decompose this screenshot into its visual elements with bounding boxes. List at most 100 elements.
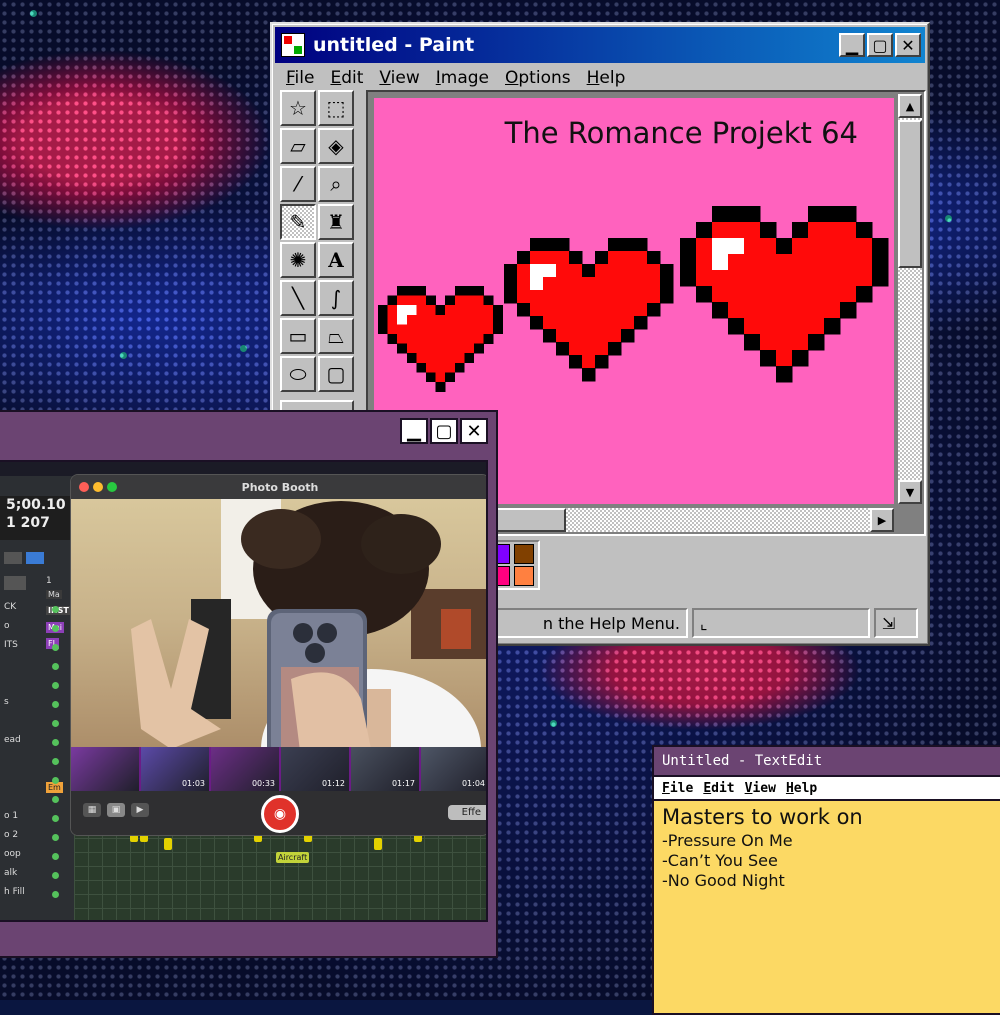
daw-track-led[interactable]: [52, 872, 59, 879]
grid-mode-button[interactable]: ▦: [83, 803, 101, 817]
daw-track-name[interactable]: [0, 716, 40, 732]
menu-view[interactable]: View: [371, 66, 427, 92]
daw-track-name[interactable]: o 2: [0, 830, 40, 846]
daw-track-led[interactable]: [52, 853, 59, 860]
palette-swatch[interactable]: [514, 544, 534, 564]
te-menu-view[interactable]: View: [745, 781, 776, 796]
airbrush-tool[interactable]: ✺: [280, 242, 316, 278]
film-thumbnail[interactable]: 01:03: [141, 747, 209, 791]
zoom-dot[interactable]: [107, 482, 117, 492]
te-menu-file[interactable]: File: [662, 781, 693, 796]
line-tool[interactable]: ╲: [280, 280, 316, 316]
led-accent-dot: [240, 345, 247, 352]
text-tool[interactable]: A: [318, 242, 354, 278]
color-picker-tool[interactable]: ⁄: [280, 166, 316, 202]
fill-tool[interactable]: ◈: [318, 128, 354, 164]
daw-track-led[interactable]: [52, 796, 59, 803]
brush-tool[interactable]: ♜: [318, 204, 354, 240]
te-menu-edit[interactable]: Edit: [703, 781, 734, 796]
daw-track-led[interactable]: [52, 834, 59, 841]
scroll-down-button[interactable]: ▼: [898, 480, 922, 504]
daw-grid-view-button[interactable]: [4, 552, 22, 564]
minimize-button[interactable]: ▁: [839, 33, 865, 57]
shutter-button[interactable]: ◉: [261, 795, 299, 833]
arrow-up-icon: ▲: [905, 99, 915, 113]
paint-titlebar[interactable]: untitled - Paint ▁ ▢ ✕: [275, 27, 925, 63]
close-dot[interactable]: [79, 482, 89, 492]
video-mode-button[interactable]: ▶: [131, 803, 149, 817]
te-menu-help[interactable]: Help: [786, 781, 817, 796]
daw-track-name[interactable]: oop: [0, 849, 40, 865]
daw-track-led[interactable]: [52, 758, 59, 765]
daw-track-name[interactable]: [0, 773, 40, 789]
daw-track-name[interactable]: [0, 754, 40, 770]
scroll-up-button[interactable]: ▲: [898, 94, 922, 118]
daw-track-name[interactable]: ITS: [0, 640, 40, 656]
curve-tool[interactable]: ∫: [318, 280, 354, 316]
daw-track-led[interactable]: [52, 663, 59, 670]
daw-track-name[interactable]: [0, 792, 40, 808]
daw-track-led[interactable]: [52, 606, 59, 613]
menu-file[interactable]: File: [278, 66, 322, 92]
daw-add-track-button[interactable]: [4, 576, 26, 590]
single-photo-button[interactable]: ▣: [107, 803, 125, 817]
select-tool[interactable]: ⬚: [318, 90, 354, 126]
purple-minimize-button[interactable]: ▁: [400, 418, 428, 444]
menu-options[interactable]: Options: [497, 66, 579, 92]
film-thumbnail[interactable]: 00:33: [211, 747, 279, 791]
menu-help[interactable]: Help: [579, 66, 634, 92]
palette-swatch[interactable]: [514, 566, 534, 586]
daw-track-led[interactable]: [52, 720, 59, 727]
pencil-tool[interactable]: ✎: [280, 204, 316, 240]
film-thumbnail[interactable]: 01:17: [351, 747, 419, 791]
daw-track-name[interactable]: [0, 659, 40, 675]
free-select-tool[interactable]: ☆: [280, 90, 316, 126]
daw-track-name[interactable]: o 1: [0, 811, 40, 827]
effects-button[interactable]: Effe: [447, 805, 486, 820]
daw-track-led[interactable]: [52, 682, 59, 689]
daw-track-led[interactable]: [52, 777, 59, 784]
daw-track-name[interactable]: ead: [0, 735, 40, 751]
minimize-icon: ▁: [845, 35, 859, 55]
daw-track-name[interactable]: h Fill: [0, 887, 40, 903]
minimize-dot[interactable]: [93, 482, 103, 492]
daw-track-led[interactable]: [52, 815, 59, 822]
daw-track-name[interactable]: CK: [0, 602, 40, 618]
vertical-scrollbar[interactable]: ▲ ▼: [898, 94, 922, 504]
daw-track-led[interactable]: [52, 701, 59, 708]
close-button[interactable]: ✕: [895, 33, 921, 57]
daw-region[interactable]: Aircraft: [276, 852, 310, 863]
scroll-right-button[interactable]: ▶: [870, 508, 894, 532]
purple-maximize-button[interactable]: ▢: [430, 418, 458, 444]
daw-track-name[interactable]: s: [0, 697, 40, 713]
film-thumbnail[interactable]: 01:04: [421, 747, 486, 791]
rectangle-icon: ▭: [288, 324, 308, 348]
magnifier-tool[interactable]: ⌕: [318, 166, 354, 202]
daw-track-led[interactable]: [52, 644, 59, 651]
daw-track-led[interactable]: [52, 739, 59, 746]
daw-midi-block[interactable]: [374, 838, 382, 850]
polygon-tool[interactable]: ⏢: [318, 318, 354, 354]
rounded-rect-tool[interactable]: ▢: [318, 356, 354, 392]
daw-midi-block[interactable]: [164, 838, 172, 850]
film-thumbnail[interactable]: [71, 747, 139, 791]
menu-edit[interactable]: Edit: [322, 66, 371, 92]
photo-booth-titlebar[interactable]: Photo Booth: [71, 475, 486, 499]
textedit-titlebar[interactable]: Untitled - TextEdit: [654, 747, 1000, 777]
textedit-document[interactable]: Masters to work on -Pressure On Me -Can’…: [654, 801, 1000, 1013]
daw-list-view-button[interactable]: [26, 552, 44, 564]
film-thumbnail[interactable]: 01:12: [281, 747, 349, 791]
purple-close-button[interactable]: ✕: [460, 418, 488, 444]
eraser-tool[interactable]: ▱: [280, 128, 316, 164]
daw-lcd: 5;00.10 1 207: [0, 496, 74, 540]
ellipse-tool[interactable]: ⬭: [280, 356, 316, 392]
rectangle-tool[interactable]: ▭: [280, 318, 316, 354]
menu-image[interactable]: Image: [428, 66, 497, 92]
maximize-button[interactable]: ▢: [867, 33, 893, 57]
scroll-thumb[interactable]: [898, 120, 922, 268]
daw-track-name[interactable]: o: [0, 621, 40, 637]
daw-track-name[interactable]: [0, 678, 40, 694]
daw-track-led[interactable]: [52, 625, 59, 632]
daw-track-name[interactable]: alk: [0, 868, 40, 884]
daw-track-led[interactable]: [52, 891, 59, 898]
